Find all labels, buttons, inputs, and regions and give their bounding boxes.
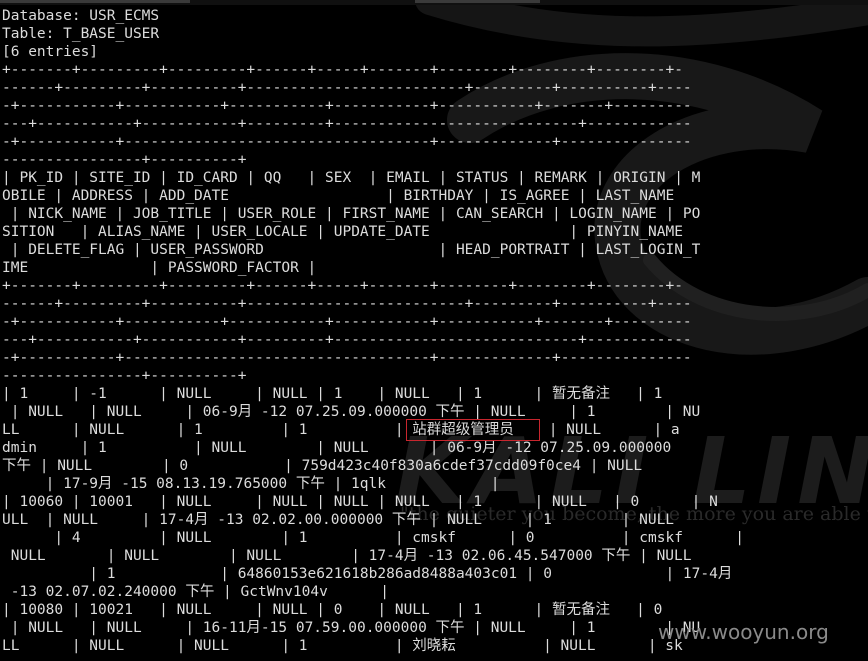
- table-row-line: NULL | NULL | NULL | 17-4月 -13 02.06.45.…: [2, 548, 692, 564]
- table-border-line: ---+-----------+-----------+---------+--…: [2, 332, 692, 348]
- table-row-line: dmin | 1 | NULL | NULL | 06-9月 -12 07.25…: [2, 440, 672, 456]
- highlight-box-admin-role: [406, 419, 540, 441]
- table-row-line: | 4 | NULL | 1 | cmskf | 0 | cmskf |: [2, 530, 745, 546]
- table-border-line: +-------+---------+---------+------+----…: [2, 62, 683, 78]
- table-row-line: LL | NULL | NULL | 1 | 刘晓耘 | NULL | sk: [2, 638, 683, 654]
- table-row-line: -13 02.07.02.240000 下午 | GctWnv104v |: [2, 584, 389, 600]
- table-border-line: ------+---------+----------+------------…: [2, 296, 692, 312]
- title-strip: [0, 0, 868, 5]
- terminal-output: Database: USR_ECMS Table: T_BASE_USER [6…: [2, 7, 744, 655]
- table-border-line: ----------------+----------+: [2, 368, 247, 384]
- table-border-line: -+-----------+-----------+-----------+--…: [2, 314, 692, 330]
- table-border-line: -+-----------+--------------------------…: [2, 350, 692, 366]
- table-header-line: OBILE | ADDRESS | ADD_DATE | BIRTHDAY | …: [2, 188, 675, 204]
- table-row-line: | 10080 | 10021 | NULL | NULL | 0 | NULL…: [2, 602, 663, 618]
- table-row-line: | 1 | -1 | NULL | NULL | 1 | NULL | 1 | …: [2, 386, 663, 402]
- table-header-line: | PK_ID | SITE_ID | ID_CARD | QQ | SEX |…: [2, 170, 701, 186]
- table-row-line: | 1 | 64860153e621618b286ad8488a403c01 |…: [2, 566, 733, 582]
- table-border-line: ------+---------+----------+------------…: [2, 80, 692, 96]
- entry-count-line: [6 entries]: [2, 44, 99, 60]
- table-row-line: | NULL | NULL | 16-11月-15 07.59.00.00000…: [2, 620, 701, 636]
- table-border-line: ----------------+----------+: [2, 152, 247, 168]
- table-header-line: | DELETE_FLAG | USER_PASSWORD | HEAD_POR…: [2, 242, 701, 258]
- title-strip-middle: [415, 0, 540, 3]
- table-border-line: -+-----------+-----------+-----------+--…: [2, 98, 692, 114]
- table-row-line: LL | NULL | 1 | 1 | 站群超级管理员 | NULL | a: [2, 422, 680, 438]
- terminal-window[interactable]: KALI LINUX "the quieter you become, the …: [0, 0, 868, 661]
- table-row-line: | 17-9月 -15 08.13.19.765000 下午 | 1qlk |: [2, 476, 500, 492]
- table-row-line: 下午 | NULL | 0 | 759d423c40f830a6cdef37cd…: [2, 458, 643, 474]
- table-header-line: IME | PASSWORD_FACTOR |: [2, 260, 317, 276]
- title-strip-left: [0, 0, 190, 3]
- table-border-line: ---+-----------+-----------+---------+--…: [2, 116, 692, 132]
- table-header-line: SITION | ALIAS_NAME | USER_LOCALE | UPDA…: [2, 224, 683, 240]
- table-name-line: Table: T_BASE_USER: [2, 26, 160, 42]
- table-row-line: | NULL | NULL | 06-9月 -12 07.25.09.00000…: [2, 404, 701, 420]
- table-border-line: +-------+---------+---------+------+----…: [2, 278, 683, 294]
- wooyun-watermark: www.wooyun.org: [658, 620, 829, 644]
- table-header-line: | NICK_NAME | JOB_TITLE | USER_ROLE | FI…: [2, 206, 701, 222]
- table-border-line: -+-----------+--------------------------…: [2, 134, 692, 150]
- table-row-line: ULL | NULL | 17-4月 -13 02.02.00.000000 下…: [2, 512, 675, 528]
- table-row-line: | 10060 | 10001 | NULL | NULL | NULL | N…: [2, 494, 718, 510]
- db-name-line: Database: USR_ECMS: [2, 8, 160, 24]
